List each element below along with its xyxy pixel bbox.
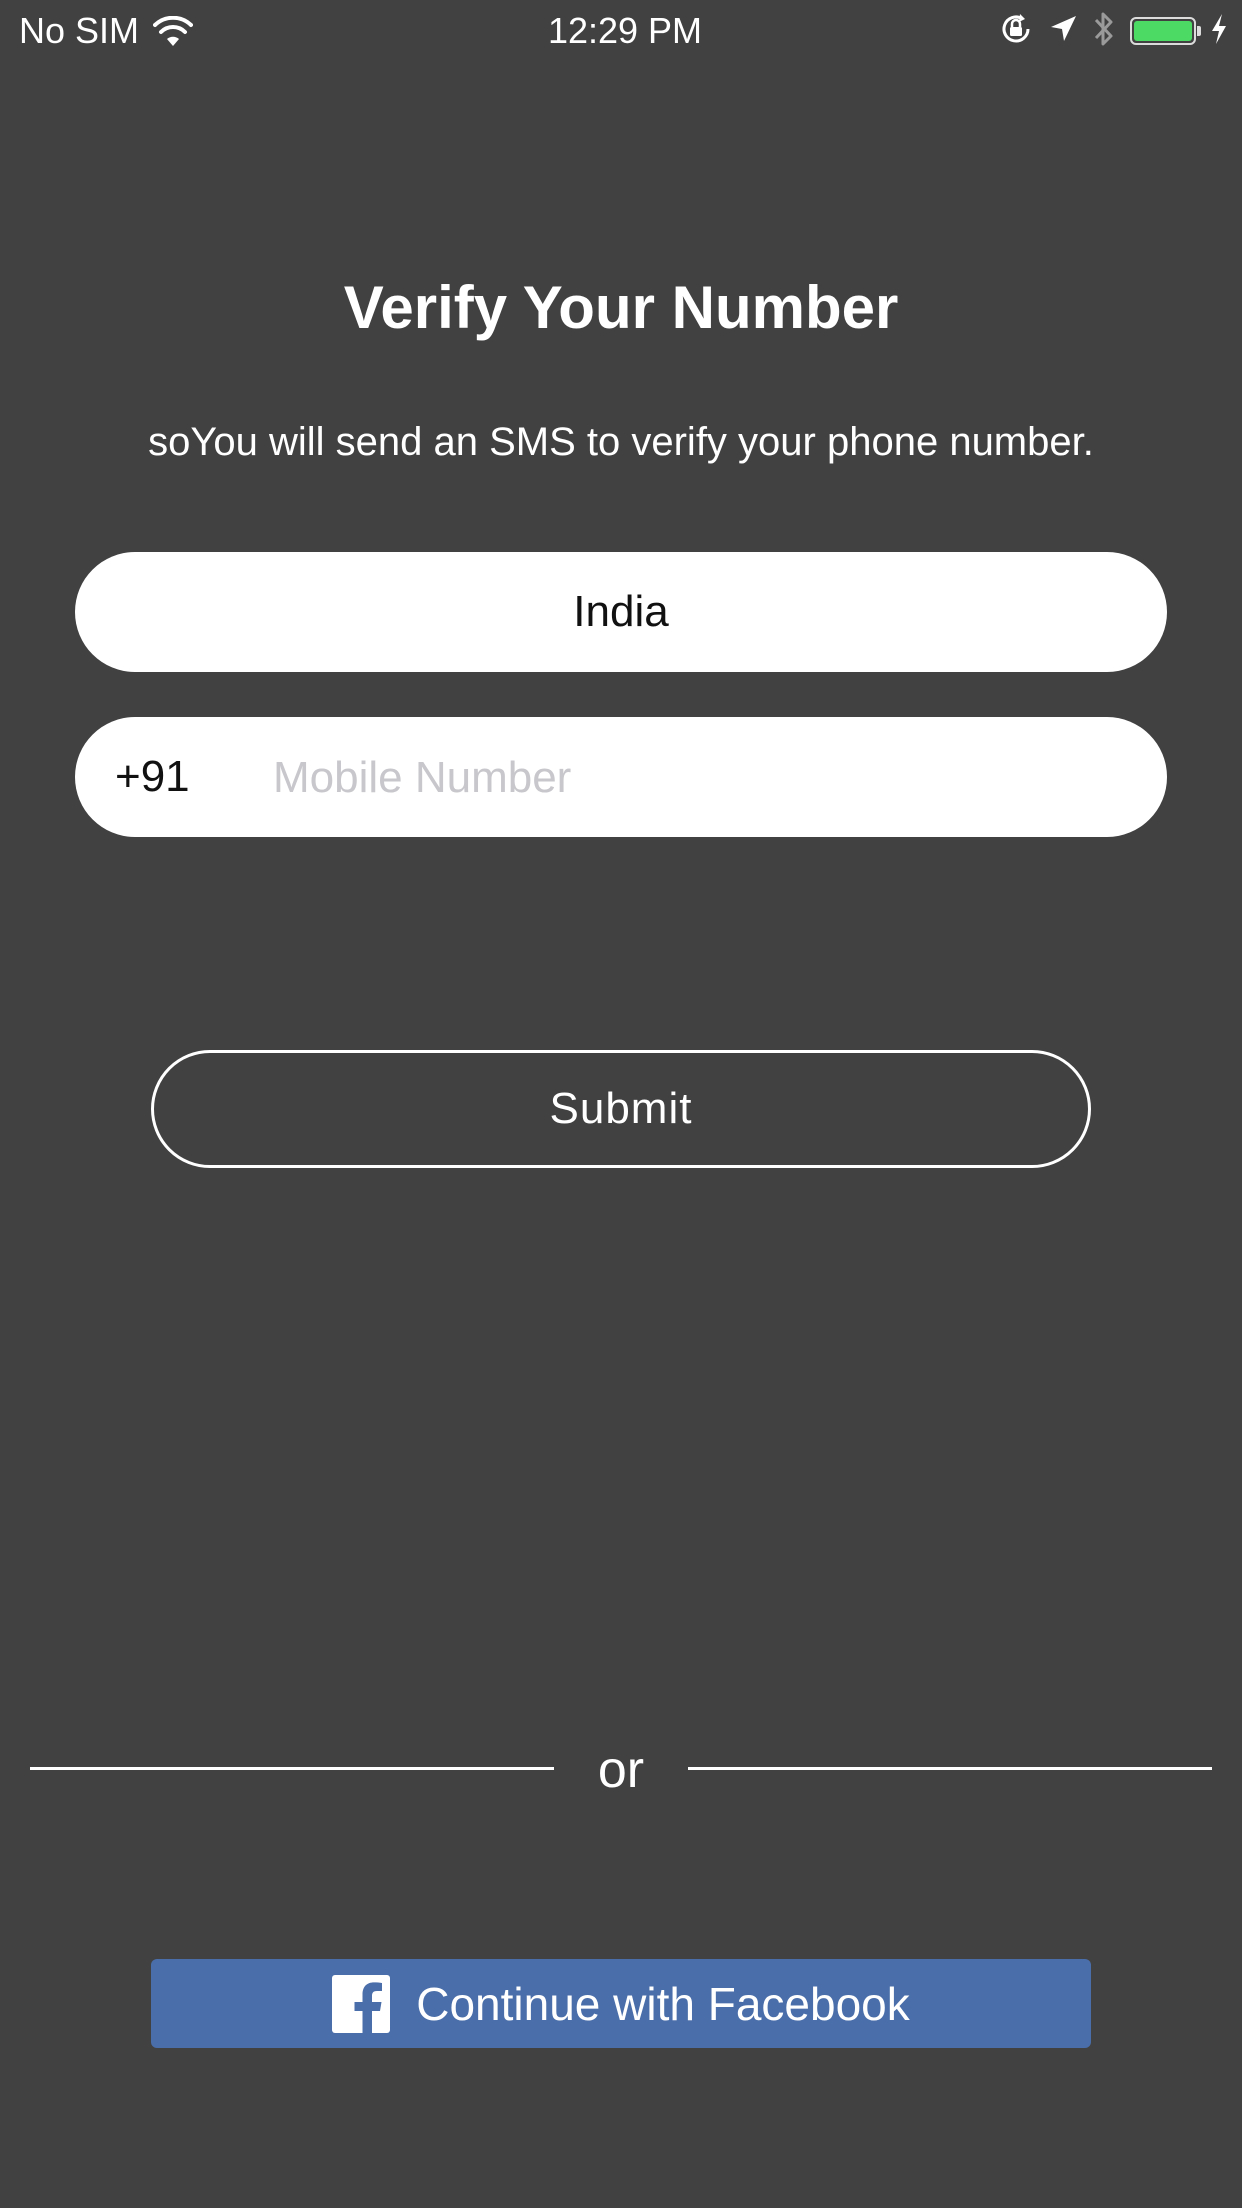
phone-field: +91 [75,717,1167,837]
status-bar: No SIM 12:29 PM [0,0,1242,62]
page-subtitle: soYou will send an SMS to verify your ph… [148,420,1094,464]
bluetooth-icon [1092,10,1116,53]
facebook-icon [332,1974,391,2033]
divider-line-left [30,1767,554,1770]
country-label: India [573,587,669,636]
country-code-label: +91 [115,752,190,801]
status-right [984,10,1228,52]
submit-button[interactable]: Submit [151,1050,1091,1168]
battery-icon [1130,17,1201,45]
mobile-number-input[interactable] [271,737,1135,819]
charging-bolt-icon [1210,13,1228,50]
facebook-button-label: Continue with Facebook [416,1977,910,2030]
divider-or-label: or [597,1741,645,1799]
country-selector[interactable]: India [75,552,1167,672]
battery-level [1134,21,1192,41]
page-title: Verify Your Number [343,274,899,341]
location-arrow-icon [1048,14,1078,49]
continue-with-facebook-button[interactable]: Continue with Facebook [151,1959,1091,2048]
divider-line-right [688,1767,1212,1770]
orientation-lock-icon [998,11,1034,52]
